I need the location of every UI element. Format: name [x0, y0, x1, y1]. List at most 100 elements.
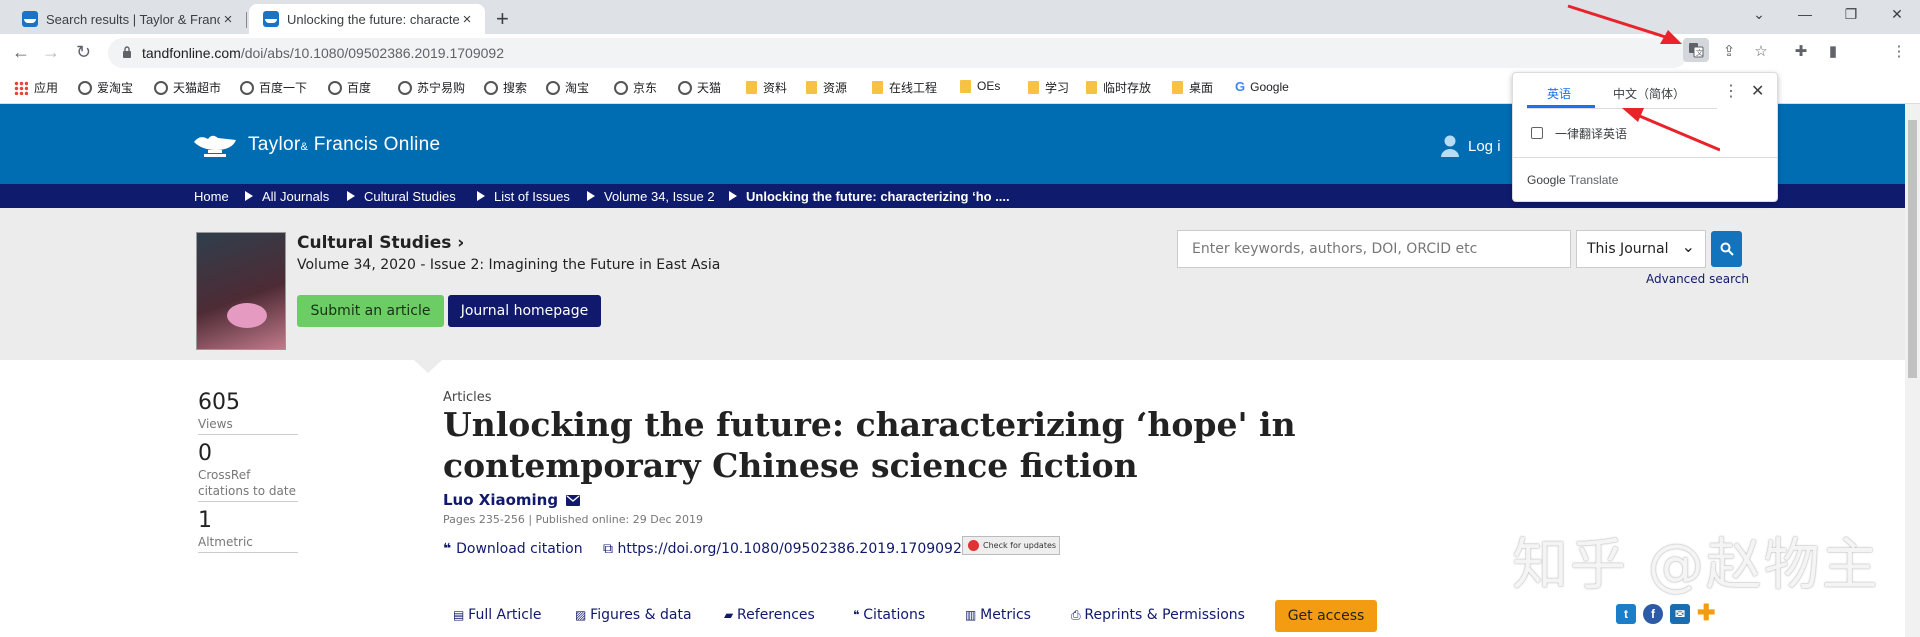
- more-share-plus-icon[interactable]: ✚: [1697, 600, 1715, 626]
- journal-name-link[interactable]: Cultural Studies ›: [297, 233, 464, 253]
- breadcrumb-item-2[interactable]: Cultural Studies: [364, 189, 456, 204]
- logo-taylor: Taylor: [248, 134, 301, 155]
- bookmark-13[interactable]: OEs: [960, 79, 1000, 93]
- page-scrollbar[interactable]: [1905, 104, 1920, 637]
- doi-link[interactable]: ⧉ https://doi.org/10.1080/09502386.2019.…: [603, 541, 962, 557]
- back-icon[interactable]: ←: [12, 42, 30, 63]
- close-tab-icon[interactable]: ×: [459, 11, 475, 28]
- submit-article-button[interactable]: Submit an article: [297, 295, 444, 327]
- author-link[interactable]: Luo Xiaoming: [443, 491, 581, 509]
- side-panel-icon[interactable]: ▮: [1824, 42, 1842, 60]
- reload-icon[interactable]: ↻: [76, 42, 91, 63]
- image-icon: ▨: [575, 608, 591, 622]
- lock-icon[interactable]: [122, 46, 132, 58]
- journal-cover-image[interactable]: [196, 232, 286, 350]
- more-options-icon[interactable]: ⋮: [1723, 81, 1739, 101]
- bookmark-label: Google: [1250, 79, 1289, 94]
- folder-icon: [1028, 81, 1039, 94]
- tandf-lamp-logo-icon[interactable]: [192, 130, 240, 160]
- tab-title: Search results | Taylor & Franc: [46, 11, 220, 27]
- search-scope-select[interactable]: This Journal: [1576, 230, 1706, 268]
- brand-google: Google: [1527, 173, 1566, 187]
- extensions-puzzle-icon[interactable]: ✚: [1792, 42, 1810, 60]
- bookmark-6[interactable]: 搜索: [484, 79, 527, 96]
- breadcrumb-item-4[interactable]: Volume 34, Issue 2: [604, 189, 715, 204]
- article-tab-4[interactable]: ▥ Metrics: [965, 607, 1031, 623]
- bookmark-12[interactable]: 在线工程: [872, 79, 937, 96]
- metric-views: 605 Views: [198, 390, 298, 435]
- always-translate-checkbox[interactable]: [1531, 127, 1543, 139]
- forward-icon[interactable]: →: [42, 42, 60, 63]
- breadcrumb-item-3[interactable]: List of Issues: [494, 189, 570, 204]
- bookmark-0[interactable]: 应用: [14, 79, 58, 96]
- search-button[interactable]: [1711, 231, 1742, 267]
- browser-menu-icon[interactable]: ⋮: [1890, 42, 1908, 60]
- login-label: Log i: [1468, 137, 1501, 155]
- tab-title: Unlocking the future: characte: [287, 11, 459, 27]
- bookmark-17[interactable]: G Google: [1235, 79, 1289, 94]
- globe-icon: [154, 80, 168, 95]
- email-icon[interactable]: [566, 494, 581, 506]
- google-icon: G: [1235, 79, 1246, 94]
- bookmark-4[interactable]: 百度: [328, 79, 371, 96]
- address-bar[interactable]: tandfonline.com/doi/abs/10.1080/09502386…: [108, 38, 1688, 68]
- url-text[interactable]: tandfonline.com/doi/abs/10.1080/09502386…: [142, 45, 504, 61]
- tab-unlocking-future[interactable]: Unlocking the future: characte ×: [249, 4, 485, 34]
- globe-icon: [614, 80, 628, 95]
- close-window-button[interactable]: ✕: [1874, 0, 1920, 30]
- breadcrumb-arrow-icon: [347, 191, 355, 201]
- doi-text: https://doi.org/10.1080/09502386.2019.17…: [617, 541, 962, 557]
- bookmark-11[interactable]: 资源: [806, 79, 847, 96]
- bookmark-9[interactable]: 天猫: [678, 79, 721, 96]
- quote-icon: ❝: [853, 608, 864, 622]
- advanced-search-link[interactable]: Advanced search: [1646, 272, 1749, 286]
- close-popup-icon[interactable]: ✕: [1751, 81, 1764, 101]
- journal-homepage-button[interactable]: Journal homepage: [448, 295, 601, 327]
- facebook-icon[interactable]: f: [1643, 604, 1663, 624]
- close-tab-icon[interactable]: ×: [220, 11, 236, 28]
- metric-label: CrossRef citations to date: [198, 468, 296, 498]
- tab-search-icon[interactable]: ⌄: [1736, 0, 1782, 30]
- document-icon: ▤: [453, 608, 469, 622]
- bookmark-3[interactable]: 百度一下: [240, 79, 307, 96]
- folder-icon: [746, 81, 757, 94]
- maximize-button[interactable]: ❐: [1828, 0, 1874, 30]
- bookmark-7[interactable]: 淘宝: [546, 79, 589, 96]
- bookmark-label: 在线工程: [889, 81, 938, 95]
- bookmark-label: 爱淘宝: [97, 81, 134, 95]
- scrollbar-thumb[interactable]: [1908, 120, 1917, 378]
- article-tab-1[interactable]: ▨ Figures & data: [575, 607, 692, 623]
- bookmark-8[interactable]: 京东: [614, 79, 657, 96]
- new-tab-button[interactable]: +: [496, 6, 509, 32]
- download-citation-label: Download citation: [456, 541, 583, 557]
- article-tab-2[interactable]: ▰ References: [724, 607, 815, 623]
- article-tab-0[interactable]: ▤ Full Article: [453, 607, 541, 623]
- metric-altmetric[interactable]: 1 Altmetric: [198, 508, 298, 553]
- site-logo-text[interactable]: Taylor& Francis Online: [248, 134, 440, 156]
- bookmark-15[interactable]: 临时存放: [1086, 79, 1151, 96]
- bookmark-5[interactable]: 苏宁易购: [398, 79, 465, 96]
- tab-search-results[interactable]: Search results | Taylor & Franc ×: [8, 4, 247, 34]
- bookmark-2[interactable]: 天猫超市: [154, 79, 221, 96]
- folder-icon: [1172, 81, 1183, 94]
- bookmark-16[interactable]: 桌面: [1172, 79, 1213, 96]
- bookmark-star-icon[interactable]: ☆: [1752, 42, 1770, 60]
- breadcrumb-item-0[interactable]: Home: [194, 189, 229, 204]
- article-tab-3[interactable]: ❝ Citations: [853, 607, 925, 623]
- login-link[interactable]: Log i: [1440, 134, 1501, 158]
- bookmark-14[interactable]: 学习: [1028, 79, 1069, 96]
- breadcrumb-item-1[interactable]: All Journals: [262, 189, 329, 204]
- get-access-button[interactable]: Get access: [1275, 600, 1377, 632]
- twitter-icon[interactable]: t: [1616, 604, 1636, 624]
- bookmark-1[interactable]: 爱淘宝: [78, 79, 133, 96]
- search-input[interactable]: Enter keywords, authors, DOI, ORCID etc: [1177, 230, 1571, 268]
- share-icon[interactable]: ⇪: [1720, 42, 1738, 60]
- check-for-updates-badge[interactable]: Check for updates: [962, 536, 1060, 555]
- article-tab-5[interactable]: ⎙ Reprints & Permissions: [1071, 607, 1245, 623]
- article-tab-label: Full Article: [468, 607, 542, 623]
- bookmark-10[interactable]: 资料: [746, 79, 787, 96]
- bookmark-label: 临时存放: [1103, 81, 1152, 95]
- email-share-icon[interactable]: ✉: [1670, 604, 1690, 624]
- minimize-button[interactable]: —: [1782, 0, 1828, 30]
- download-citation-link[interactable]: ❝ Download citation: [443, 541, 583, 557]
